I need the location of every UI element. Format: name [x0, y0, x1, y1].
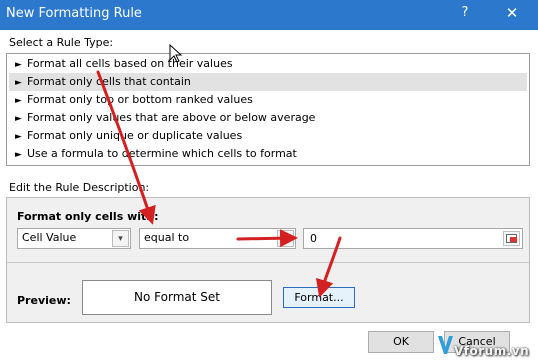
- rule-item-cells-that-contain[interactable]: ► Format only cells that contain: [9, 73, 527, 91]
- rule-description-panel: Format only cells with: Cell Value ▾ equ…: [6, 197, 530, 323]
- rule-item-above-below-average[interactable]: ► Format only values that are above or be…: [9, 109, 527, 127]
- rule-item-label: Use a formula to determine which cells t…: [27, 147, 297, 160]
- vforum-watermark: Vforum.vn: [436, 332, 536, 358]
- help-button[interactable]: ?: [455, 5, 475, 20]
- window-title: New Formatting Rule: [6, 6, 142, 21]
- rule-description-label: Edit the Rule Description:: [9, 181, 150, 194]
- preview-label: Preview:: [17, 294, 71, 307]
- chevron-down-icon[interactable]: ▾: [277, 230, 294, 247]
- rule-item-formula[interactable]: ► Use a formula to determine which cells …: [9, 145, 527, 163]
- rule-item-label: Format only unique or duplicate values: [27, 129, 243, 142]
- right-arrow-bullet-icon: ►: [15, 60, 22, 70]
- watermark-text: Vforum.vn: [454, 344, 530, 358]
- rule-item-label: Format only top or bottom ranked values: [27, 93, 253, 106]
- rule-item-label: Format all cells based on their values: [27, 57, 233, 70]
- title-bar: New Formatting Rule ? ✕: [0, 0, 538, 30]
- rule-type-list[interactable]: ► Format all cells based on their values …: [6, 53, 530, 166]
- mouse-cursor-icon: [169, 44, 183, 63]
- rule-item-top-bottom[interactable]: ► Format only top or bottom ranked values: [9, 91, 527, 109]
- rule-item-label: Format only cells that contain: [27, 75, 191, 88]
- operator-dropdown[interactable]: equal to ▾: [139, 228, 296, 249]
- close-button[interactable]: ✕: [500, 4, 524, 22]
- right-arrow-bullet-icon: ►: [15, 78, 22, 88]
- right-arrow-bullet-icon: ►: [15, 150, 22, 160]
- rule-type-label: Select a Rule Type:: [9, 36, 114, 49]
- format-only-cells-with-label: Format only cells with:: [17, 210, 159, 223]
- operator-value: equal to: [144, 231, 190, 244]
- collapse-dialog-icon[interactable]: [503, 231, 520, 246]
- ok-button[interactable]: OK: [368, 331, 434, 353]
- rule-item-label: Format only values that are above or bel…: [27, 111, 316, 124]
- vforum-logo-icon: [438, 336, 453, 354]
- format-button[interactable]: Format...: [283, 287, 355, 308]
- right-arrow-bullet-icon: ►: [15, 114, 22, 124]
- right-arrow-bullet-icon: ►: [15, 96, 22, 106]
- divider: [7, 262, 529, 263]
- rule-item-all-values[interactable]: ► Format all cells based on their values: [9, 55, 527, 73]
- condition-type-dropdown[interactable]: Cell Value ▾: [17, 228, 131, 249]
- value-input-text: 0: [310, 232, 317, 245]
- rule-item-unique-duplicate[interactable]: ► Format only unique or duplicate values: [9, 127, 527, 145]
- chevron-down-icon[interactable]: ▾: [112, 230, 129, 247]
- value-input[interactable]: 0: [303, 228, 523, 249]
- right-arrow-bullet-icon: ►: [15, 132, 22, 142]
- condition-type-value: Cell Value: [22, 231, 77, 244]
- preview-box: No Format Set: [82, 280, 272, 315]
